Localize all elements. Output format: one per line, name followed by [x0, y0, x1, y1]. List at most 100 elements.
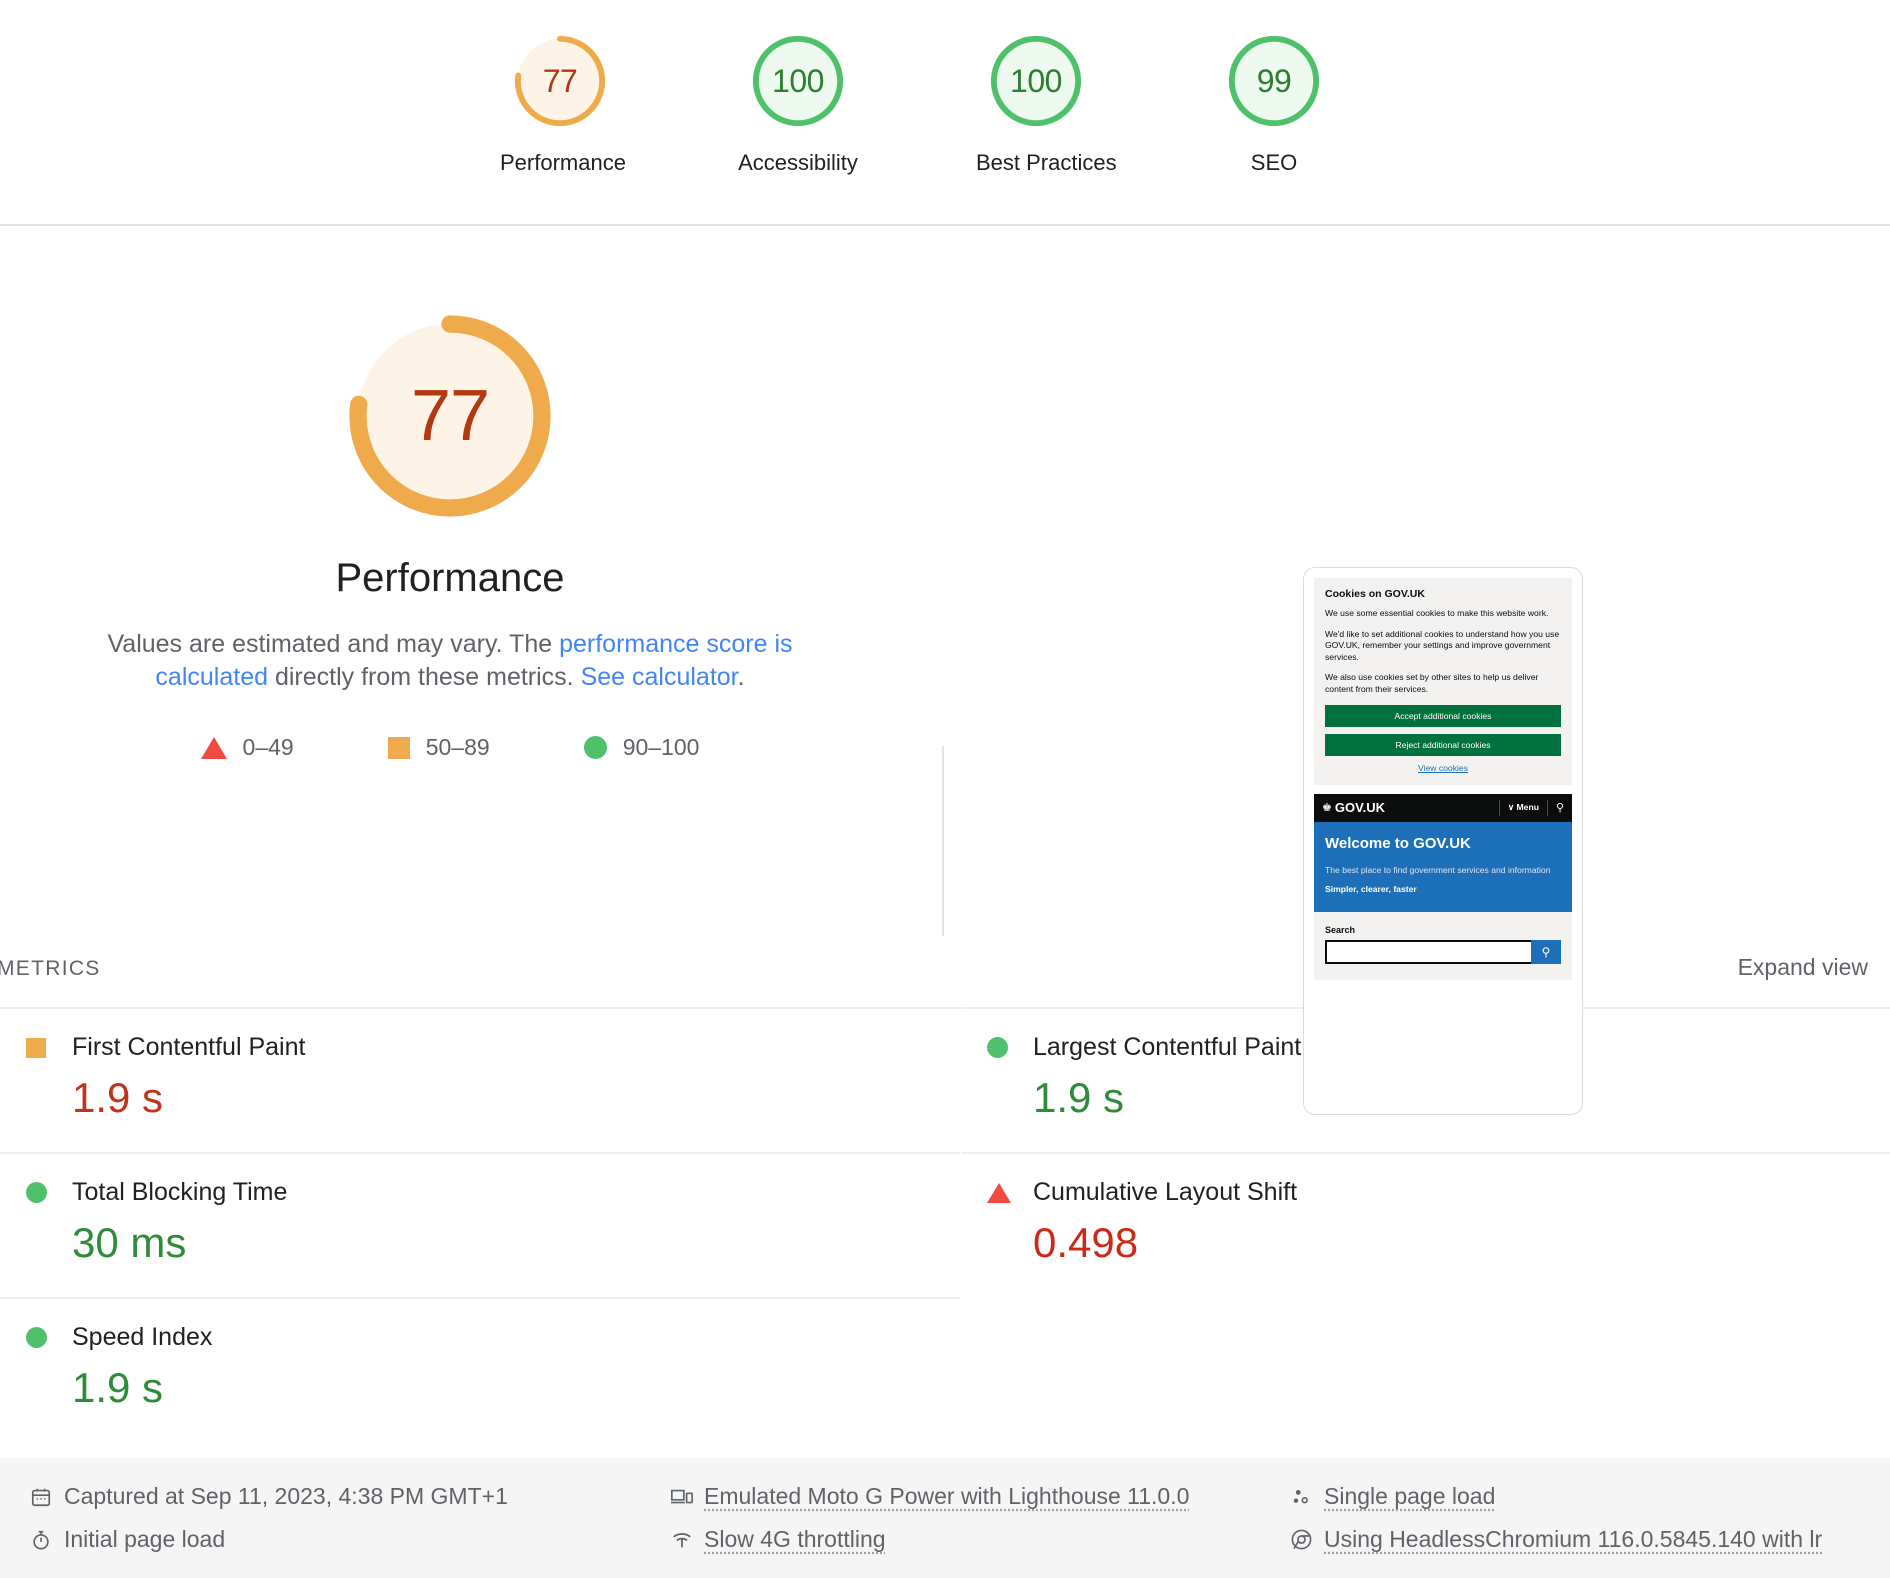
cookie-paragraph-2: We'd like to set additional cookies to u…	[1325, 629, 1561, 664]
hero-subtitle: The best place to find government servic…	[1325, 865, 1561, 877]
footer-load-mode-label: Single page load	[1324, 1483, 1495, 1510]
footer-throttling-label: Slow 4G throttling	[704, 1526, 886, 1553]
expand-view-button[interactable]: Expand view	[1738, 954, 1868, 981]
govuk-hero: Welcome to GOV.UK The best place to find…	[1314, 822, 1572, 913]
performance-score-value: 77	[335, 301, 565, 531]
legend-item-average: 50–89	[388, 734, 490, 761]
footer-page-load-label: Initial page load	[64, 1526, 225, 1553]
search-icon[interactable]: ⚲	[1556, 801, 1564, 814]
metric-total-blocking-time[interactable]: Total Blocking Time 30 ms	[0, 1152, 960, 1297]
legend-label-poor: 0–49	[243, 734, 294, 761]
metric-name: Cumulative Layout Shift	[1033, 1178, 1297, 1207]
footer-chromium-version[interactable]: Using HeadlessChromium 116.0.5845.140 wi…	[1290, 1526, 1860, 1553]
legend-label-good: 90–100	[623, 734, 700, 761]
metrics-grid: First Contentful Paint 1.9 s Total Block…	[0, 1007, 1890, 1442]
legend-item-poor: 0–49	[201, 734, 294, 761]
header-divider	[1499, 800, 1500, 816]
desc-text-1: Values are estimated and may vary. The	[107, 630, 559, 658]
legend-label-average: 50–89	[426, 734, 490, 761]
score-gauges-bar: 77 Performance 100 Accessibility 100	[0, 0, 1890, 226]
metric-value: 1.9 s	[72, 1364, 960, 1412]
see-calculator-link[interactable]: See calculator	[581, 663, 738, 691]
footer-column-environment: Emulated Moto G Power with Lighthouse 11…	[670, 1483, 1290, 1553]
govuk-brand[interactable]: GOV.UK	[1335, 800, 1491, 815]
category-detail-area: 77 Performance Values are estimated and …	[0, 226, 1890, 938]
gauge-score-performance: 77	[511, 32, 609, 130]
footer-emulation[interactable]: Emulated Moto G Power with Lighthouse 11…	[670, 1483, 1290, 1510]
metrics-row-empty	[961, 1297, 1890, 1422]
search-submit-icon[interactable]: ⚲	[1531, 940, 1561, 964]
metric-speed-index[interactable]: Speed Index 1.9 s	[0, 1297, 960, 1442]
score-gauge-best-practices[interactable]: 100 Best Practices	[976, 32, 1096, 176]
performance-summary: 77 Performance Values are estimated and …	[0, 226, 900, 761]
cookie-heading: Cookies on GOV.UK	[1325, 588, 1561, 600]
metric-name: First Contentful Paint	[72, 1033, 305, 1062]
metric-name: Largest Contentful Paint	[1033, 1033, 1301, 1062]
desc-text-3: .	[738, 663, 745, 691]
hero-tagline: Simpler, clearer, faster	[1325, 884, 1561, 894]
triangle-icon	[987, 1183, 1015, 1203]
network-signal-icon	[670, 1529, 704, 1551]
performance-gauge-large: 77	[335, 301, 565, 531]
circle-icon	[26, 1182, 54, 1203]
gauge-score-seo: 99	[1225, 32, 1323, 130]
circle-icon	[584, 736, 607, 759]
final-screenshot[interactable]: Cookies on GOV.UK We use some essential …	[1303, 567, 1583, 1115]
reject-cookies-button[interactable]: Reject additional cookies	[1325, 734, 1561, 756]
page-load-nodes-icon	[1290, 1486, 1324, 1508]
score-legend: 0–49 50–89 90–100	[201, 734, 700, 761]
govuk-header: ♚ GOV.UK ∨ Menu ⚲	[1314, 794, 1572, 822]
gauge-label-performance: Performance	[500, 150, 620, 176]
footer-chromium-label: Using HeadlessChromium 116.0.5845.140 wi…	[1324, 1526, 1822, 1553]
gauge-ring-best-practices: 100	[987, 32, 1085, 130]
gauge-label-seo: SEO	[1214, 150, 1334, 176]
lighthouse-report: 77 Performance 100 Accessibility 100	[0, 0, 1890, 1578]
chrome-icon	[1290, 1528, 1324, 1551]
search-row: ⚲	[1325, 940, 1561, 964]
metrics-header: METRICS Expand view	[0, 954, 1890, 981]
footer-emulation-label: Emulated Moto G Power with Lighthouse 11…	[704, 1483, 1189, 1510]
metric-name: Total Blocking Time	[72, 1178, 287, 1207]
circle-icon	[987, 1037, 1015, 1058]
footer-load-mode[interactable]: Single page load	[1290, 1483, 1860, 1510]
gauge-score-accessibility: 100	[749, 32, 847, 130]
square-icon	[388, 737, 410, 759]
view-cookies-link[interactable]: View cookies	[1325, 763, 1561, 773]
footer-page-load: Initial page load	[30, 1526, 670, 1553]
report-footer: Captured at Sep 11, 2023, 4:38 PM GMT+1 …	[0, 1458, 1890, 1578]
metric-value: 1.9 s	[72, 1074, 960, 1122]
calendar-icon	[30, 1486, 64, 1508]
footer-throttling[interactable]: Slow 4G throttling	[670, 1526, 1290, 1553]
footer-captured-label: Captured at Sep 11, 2023, 4:38 PM GMT+1	[64, 1483, 508, 1510]
metrics-column-left: First Contentful Paint 1.9 s Total Block…	[0, 1007, 960, 1442]
search-input[interactable]	[1325, 940, 1531, 964]
accept-cookies-button[interactable]: Accept additional cookies	[1325, 705, 1561, 727]
devices-icon	[670, 1486, 704, 1508]
gauge-ring-seo: 99	[1225, 32, 1323, 130]
phone-frame: Cookies on GOV.UK We use some essential …	[1303, 567, 1583, 1115]
metric-value: 0.498	[1033, 1219, 1890, 1267]
menu-label: Menu	[1517, 802, 1539, 812]
legend-item-good: 90–100	[584, 734, 700, 761]
metric-cumulative-layout-shift[interactable]: Cumulative Layout Shift 0.498	[961, 1152, 1890, 1297]
cookie-paragraph-1: We use some essential cookies to make th…	[1325, 608, 1561, 620]
gauge-score-best-practices: 100	[987, 32, 1085, 130]
metric-first-contentful-paint[interactable]: First Contentful Paint 1.9 s	[0, 1007, 960, 1152]
gauge-label-accessibility: Accessibility	[738, 150, 858, 176]
cookie-paragraph-3: We also use cookies set by other sites t…	[1325, 672, 1561, 695]
gauge-label-best-practices: Best Practices	[976, 150, 1096, 176]
score-gauge-accessibility[interactable]: 100 Accessibility	[738, 32, 858, 176]
menu-button[interactable]: ∨ Menu	[1508, 802, 1539, 813]
score-gauge-seo[interactable]: 99 SEO	[1214, 32, 1334, 176]
score-gauge-performance[interactable]: 77 Performance	[500, 32, 620, 176]
gauge-ring-performance: 77	[511, 32, 609, 130]
vertical-divider	[942, 746, 944, 936]
square-icon	[26, 1038, 54, 1058]
header-divider-2	[1547, 800, 1548, 816]
triangle-icon	[201, 737, 227, 759]
hero-title: Welcome to GOV.UK	[1325, 835, 1561, 852]
footer-column-timing: Captured at Sep 11, 2023, 4:38 PM GMT+1 …	[30, 1483, 670, 1553]
circle-icon	[26, 1327, 54, 1348]
govuk-search-block: Search ⚲	[1314, 912, 1572, 980]
search-label: Search	[1325, 925, 1561, 935]
